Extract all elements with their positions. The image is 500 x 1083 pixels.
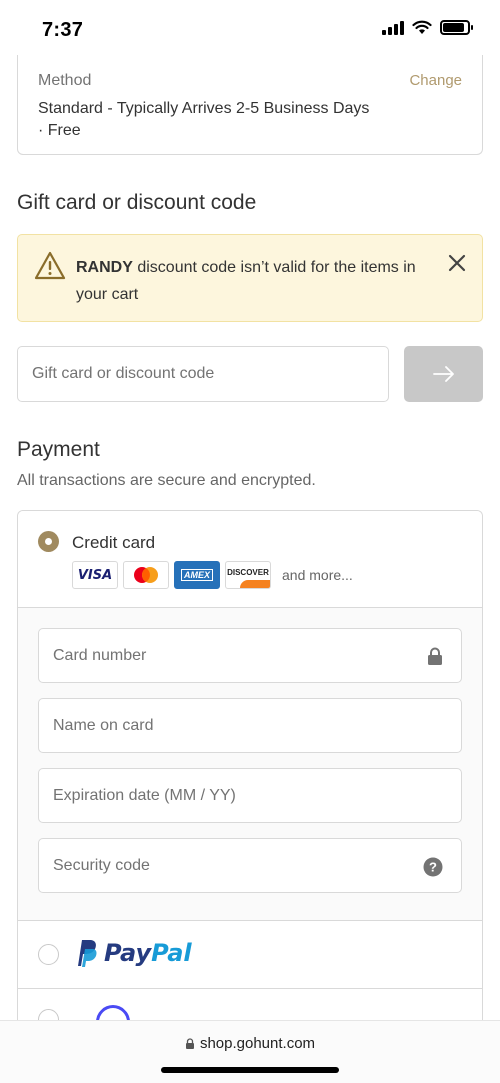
method-price: · Free bbox=[38, 122, 81, 139]
payment-methods: Credit card VISA AMEX DISCOVER and more.… bbox=[17, 510, 483, 1050]
paypal-option[interactable]: PayPal bbox=[18, 921, 482, 989]
lock-icon bbox=[185, 1038, 194, 1049]
url-text: shop.gohunt.com bbox=[199, 1035, 316, 1052]
discover-logo: DISCOVER bbox=[225, 561, 271, 589]
status-time: 7:37 bbox=[42, 19, 84, 41]
credit-card-label: Credit card bbox=[72, 533, 156, 552]
arrow-right-icon bbox=[432, 366, 454, 382]
visa-logo: VISA bbox=[72, 561, 118, 589]
expiration-date-input[interactable]: Expiration date (MM / YY) bbox=[38, 768, 462, 823]
close-icon[interactable] bbox=[448, 254, 466, 272]
home-indicator[interactable] bbox=[161, 1067, 339, 1073]
signal-icon bbox=[382, 20, 404, 35]
apply-discount-button[interactable] bbox=[404, 346, 483, 402]
discount-code-input[interactable]: Gift card or discount code bbox=[17, 346, 389, 402]
alert-message: RANDY discount code isn’t valid for the … bbox=[76, 254, 436, 308]
url-display[interactable]: shop.gohunt.com bbox=[0, 1035, 500, 1052]
credit-card-option[interactable]: Credit card VISA AMEX DISCOVER and more.… bbox=[18, 511, 482, 608]
credit-card-fields: Card number Name on card Expiration date… bbox=[18, 608, 482, 921]
battery-icon bbox=[440, 20, 473, 35]
method-label: Method bbox=[38, 72, 92, 89]
payment-section-title: Payment bbox=[17, 438, 100, 461]
expiration-placeholder: Expiration date (MM / YY) bbox=[53, 786, 236, 804]
card-number-input[interactable]: Card number bbox=[38, 628, 462, 683]
payment-subtitle: All transactions are secure and encrypte… bbox=[17, 472, 316, 489]
svg-text:?: ? bbox=[429, 860, 437, 875]
method-value: Standard - Typically Arrives 2-5 Busines… bbox=[38, 98, 418, 142]
discount-section-title: Gift card or discount code bbox=[17, 191, 257, 214]
help-icon[interactable]: ? bbox=[423, 857, 443, 877]
lock-icon bbox=[428, 647, 442, 665]
shipping-method-card: Method Change Standard - Typically Arriv… bbox=[17, 55, 483, 155]
discount-input-placeholder: Gift card or discount code bbox=[32, 365, 215, 382]
credit-card-radio[interactable] bbox=[38, 531, 59, 552]
security-code-input[interactable]: Security code ? bbox=[38, 838, 462, 893]
paypal-logo: PayPal bbox=[72, 938, 192, 968]
alert-code: RANDY bbox=[76, 259, 133, 276]
name-on-card-placeholder: Name on card bbox=[53, 716, 154, 734]
method-description: Standard - Typically Arrives 2-5 Busines… bbox=[38, 100, 370, 117]
wifi-icon bbox=[412, 20, 432, 34]
discount-error-alert: RANDY discount code isn’t valid for the … bbox=[17, 234, 483, 322]
change-method-link[interactable]: Change bbox=[409, 72, 462, 89]
security-code-placeholder: Security code bbox=[53, 856, 150, 874]
paypal-radio[interactable] bbox=[38, 944, 59, 965]
name-on-card-input[interactable]: Name on card bbox=[38, 698, 462, 753]
browser-url-bar[interactable]: shop.gohunt.com bbox=[0, 1020, 500, 1083]
status-icons bbox=[382, 20, 473, 35]
card-number-placeholder: Card number bbox=[53, 646, 147, 664]
warning-icon bbox=[34, 251, 66, 280]
and-more-label: and more... bbox=[282, 567, 353, 583]
mastercard-logo bbox=[123, 561, 169, 589]
card-logos: VISA AMEX DISCOVER and more... bbox=[72, 561, 353, 589]
amex-logo: AMEX bbox=[174, 561, 220, 589]
status-bar: 7:37 bbox=[0, 0, 500, 60]
paypal-icon bbox=[78, 940, 97, 967]
